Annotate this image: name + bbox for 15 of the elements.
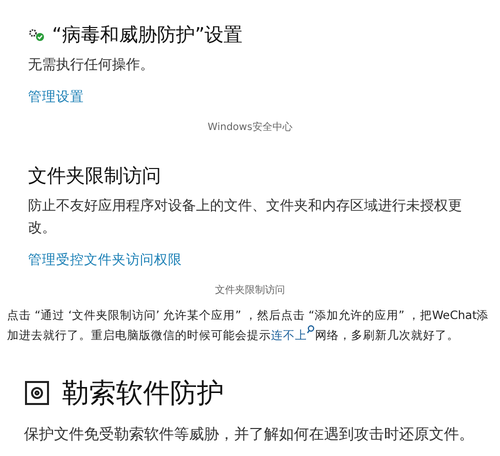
image-caption: 文件夹限制访问 — [215, 284, 285, 297]
search-icon — [307, 325, 315, 334]
settings-icon — [28, 28, 46, 42]
search-link[interactable]: 连不上 — [271, 328, 307, 342]
safe-icon — [24, 380, 50, 406]
section-title: “病毒和威胁防护”设置 — [52, 23, 243, 48]
section-description: 无需执行任何操作。 — [28, 56, 155, 75]
settings-link[interactable]: 管理受控文件夹访问权限 — [28, 251, 182, 269]
article-paragraph: 点击 “通过 ‘文件夹限制访问’ 允许某个应用” ，然后点击 “添加允许的应用” ，把WeChat添加进去就行了。重启电脑版微信的时候可能会提示连不上 网络，多刷新几次就好了。 — [7, 307, 490, 344]
settings-link[interactable]: 管理设置 — [28, 88, 84, 106]
section-description: 保护文件免受勒索软件等威胁，并了解如何在遇到攻击时还原文件。 — [24, 425, 475, 444]
image-caption: Windows安全中心 — [208, 120, 292, 134]
section-description: 防止不友好应用程序对设备上的文件、文件夹和内存区域进行未授权更改。 — [28, 197, 463, 238]
section-title: 文件夹限制访问 — [28, 164, 161, 189]
section-heading: 勒索软件防护 — [62, 377, 224, 411]
